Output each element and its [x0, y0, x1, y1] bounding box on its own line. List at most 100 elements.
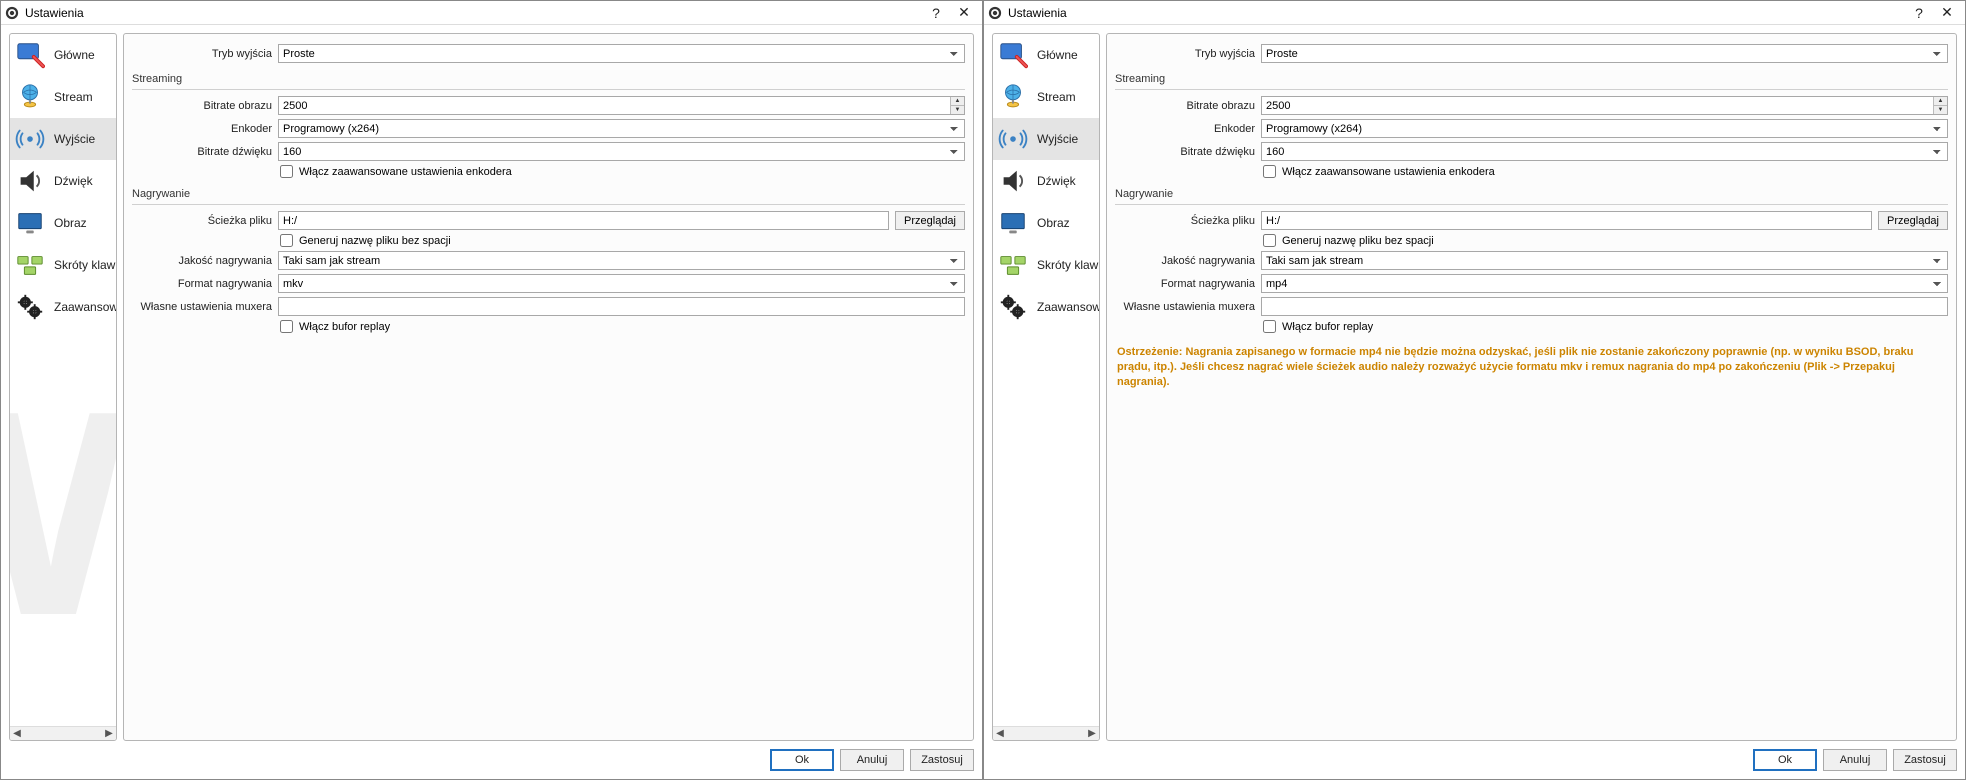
sidebar-item-output[interactable]: Wyjście [10, 118, 116, 160]
spinner-up[interactable]: ▲ [950, 97, 964, 106]
ok-button[interactable]: Ok [1753, 749, 1817, 771]
spinner-up[interactable]: ▲ [1933, 97, 1947, 106]
streaming-group-header: Streaming [1107, 65, 1956, 89]
app-icon [5, 6, 19, 20]
titlebar: Ustawienia ? ✕ [1, 1, 982, 25]
sidebar-item-label: Zaawansowan [54, 300, 116, 314]
sidebar-item-label: Dźwięk [54, 174, 93, 188]
close-button[interactable]: ✕ [1933, 2, 1961, 24]
scroll-left-icon[interactable]: ◀ [993, 727, 1007, 741]
audio-bitrate-label: Bitrate dźwięku [1115, 146, 1255, 158]
globe-icon [995, 79, 1031, 115]
settings-content: Tryb wyjścia Proste Streaming Bitrate ob… [123, 33, 974, 741]
no-spaces-checkbox-label: Generuj nazwę pliku bez spacji [299, 235, 451, 247]
sidebar-item-label: Wyjście [1037, 132, 1078, 146]
output-mode-select[interactable]: Proste [278, 44, 965, 63]
recording-quality-select[interactable]: Taki sam jak stream [1261, 251, 1948, 270]
spinner-down[interactable]: ▼ [1933, 106, 1947, 114]
replay-buffer-checkbox[interactable] [1263, 320, 1276, 333]
gears-icon [12, 289, 48, 325]
sidebar-item-output[interactable]: Wyjście [993, 118, 1099, 160]
recording-path-input[interactable] [278, 211, 889, 230]
gears-icon [995, 289, 1031, 325]
broadcast-icon [995, 121, 1031, 157]
mp4-warning-text: Ostrzeżenie: Nagrania zapisanego w forma… [1107, 335, 1956, 400]
audio-bitrate-label: Bitrate dźwięku [132, 146, 272, 158]
apply-button[interactable]: Zastosuj [910, 749, 974, 771]
recording-quality-select[interactable]: Taki sam jak stream [278, 251, 965, 270]
recording-format-label: Format nagrywania [132, 278, 272, 290]
browse-button[interactable]: Przeglądaj [895, 211, 965, 230]
sidebar-item-general[interactable]: Główne [993, 34, 1099, 76]
sidebar-item-video[interactable]: Obraz [10, 202, 116, 244]
muxer-settings-input[interactable] [1261, 297, 1948, 316]
output-mode-label: Tryb wyjścia [1115, 48, 1255, 60]
sidebar-item-general[interactable]: Główne [10, 34, 116, 76]
sidebar-item-stream[interactable]: Stream [10, 76, 116, 118]
recording-path-label: Ścieżka pliku [1115, 215, 1255, 227]
keyboard-icon [12, 247, 48, 283]
sidebar-item-video[interactable]: Obraz [993, 202, 1099, 244]
output-mode-select[interactable]: Proste [1261, 44, 1948, 63]
muxer-settings-label: Własne ustawienia muxera [132, 301, 272, 313]
sidebar-item-hotkeys[interactable]: Skróty klawisz [10, 244, 116, 286]
recording-quality-label: Jakość nagrywania [1115, 255, 1255, 267]
app-icon [988, 6, 1002, 20]
monitor-icon [12, 205, 48, 241]
encoder-select[interactable]: Programowy (x264) [1261, 119, 1948, 138]
sidebar-item-label: Obraz [1037, 216, 1070, 230]
help-button[interactable]: ? [922, 2, 950, 24]
audio-bitrate-select[interactable]: 160 [1261, 142, 1948, 161]
speaker-icon [12, 163, 48, 199]
help-button[interactable]: ? [1905, 2, 1933, 24]
recording-format-select[interactable]: mp4 [1261, 274, 1948, 293]
no-spaces-checkbox[interactable] [280, 234, 293, 247]
recording-format-label: Format nagrywania [1115, 278, 1255, 290]
sidebar-item-label: Główne [54, 48, 95, 62]
sidebar-hscroll[interactable]: ◀ ▶ [993, 726, 1099, 740]
cancel-button[interactable]: Anuluj [1823, 749, 1887, 771]
broadcast-icon [12, 121, 48, 157]
video-bitrate-label: Bitrate obrazu [1115, 100, 1255, 112]
cancel-button[interactable]: Anuluj [840, 749, 904, 771]
sidebar-item-audio[interactable]: Dźwięk [993, 160, 1099, 202]
ok-button[interactable]: Ok [770, 749, 834, 771]
recording-format-select[interactable]: mkv [278, 274, 965, 293]
sidebar-item-label: Główne [1037, 48, 1078, 62]
scroll-right-icon[interactable]: ▶ [102, 727, 116, 741]
sidebar-item-advanced[interactable]: Zaawansowan [993, 286, 1099, 328]
sidebar-item-audio[interactable]: Dźwięk [10, 160, 116, 202]
sidebar-item-label: Wyjście [54, 132, 95, 146]
titlebar: Ustawienia ? ✕ [984, 1, 1965, 25]
spinner-down[interactable]: ▼ [950, 106, 964, 114]
replay-buffer-checkbox[interactable] [280, 320, 293, 333]
muxer-settings-input[interactable] [278, 297, 965, 316]
monitor-icon [995, 205, 1031, 241]
sidebar: Główne Stream Wyjście Dźwięk [992, 33, 1100, 741]
video-bitrate-input[interactable] [1261, 96, 1948, 115]
keyboard-icon [995, 247, 1031, 283]
apply-button[interactable]: Zastosuj [1893, 749, 1957, 771]
window-title: Ustawienia [25, 6, 922, 20]
dialog-buttons: Ok Anuluj Zastosuj [9, 741, 974, 771]
close-button[interactable]: ✕ [950, 2, 978, 24]
no-spaces-checkbox[interactable] [1263, 234, 1276, 247]
scroll-left-icon[interactable]: ◀ [10, 727, 24, 741]
sidebar-item-advanced[interactable]: Zaawansowan [10, 286, 116, 328]
encoder-select[interactable]: Programowy (x264) [278, 119, 965, 138]
adv-encoder-checkbox[interactable] [280, 165, 293, 178]
sidebar-item-hotkeys[interactable]: Skróty klawisz [993, 244, 1099, 286]
sidebar-item-stream[interactable]: Stream [993, 76, 1099, 118]
wrench-icon [995, 37, 1031, 73]
sidebar-item-label: Stream [1037, 90, 1076, 104]
browse-button[interactable]: Przeglądaj [1878, 211, 1948, 230]
sidebar-item-label: Zaawansowan [1037, 300, 1099, 314]
scroll-right-icon[interactable]: ▶ [1085, 727, 1099, 741]
sidebar-hscroll[interactable]: ◀ ▶ [10, 726, 116, 740]
video-bitrate-input[interactable] [278, 96, 965, 115]
recording-path-input[interactable] [1261, 211, 1872, 230]
video-bitrate-label: Bitrate obrazu [132, 100, 272, 112]
encoder-label: Enkoder [1115, 123, 1255, 135]
audio-bitrate-select[interactable]: 160 [278, 142, 965, 161]
adv-encoder-checkbox[interactable] [1263, 165, 1276, 178]
